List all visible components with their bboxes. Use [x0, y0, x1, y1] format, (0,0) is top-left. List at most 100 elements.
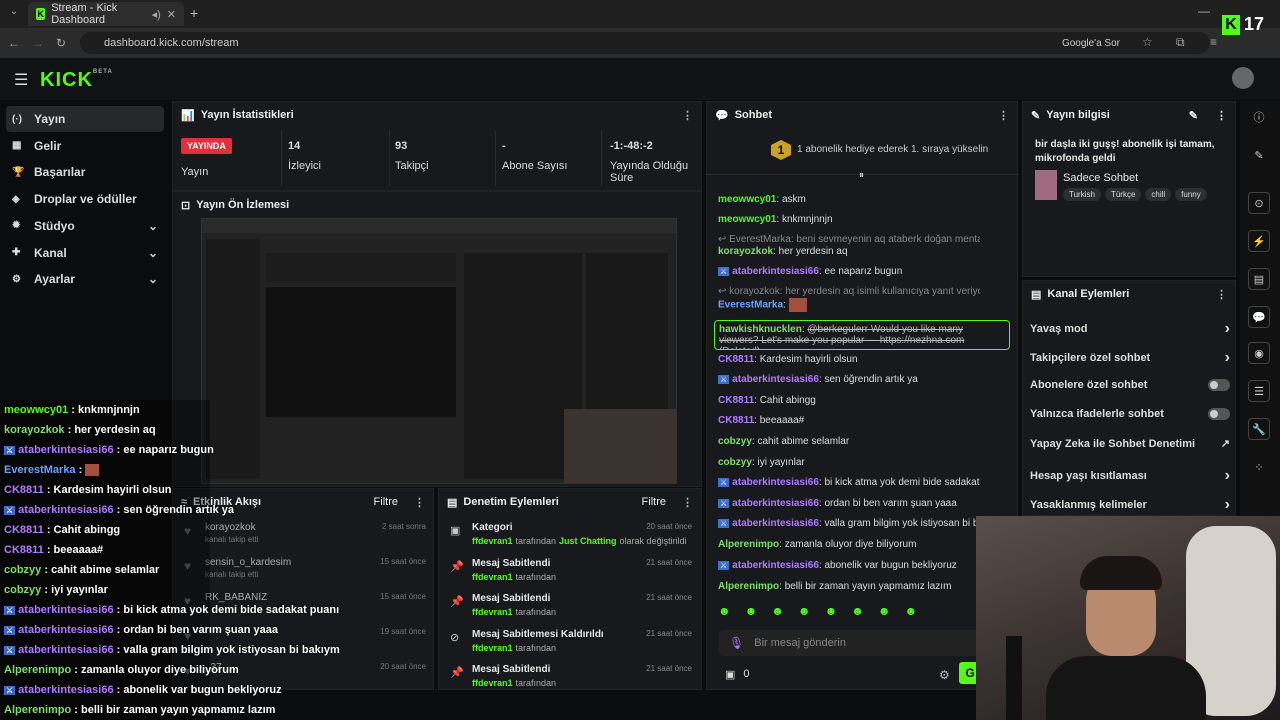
- activity-user[interactable]: sensin_o_kardesim: [205, 557, 291, 568]
- sidebar-item-2[interactable]: ▦ Gelir: [6, 133, 164, 159]
- chat-message[interactable]: ↩ EverestMarka: beni sevmeyenin aq atabe…: [718, 234, 980, 245]
- sidebar-item-5[interactable]: ✹ Stüdyo ⌄: [6, 213, 164, 239]
- wrench-icon[interactable]: 🔧: [1248, 418, 1270, 440]
- preview-video[interactable]: [201, 218, 677, 484]
- broadcast-icon[interactable]: ◉: [1248, 342, 1270, 364]
- toggle-switch[interactable]: [1208, 378, 1230, 391]
- chat-input[interactable]: 🎙 Bir mesaj gönderin: [719, 630, 1019, 656]
- chat-bubble-icon[interactable]: 💬: [1248, 306, 1270, 328]
- chat-username[interactable]: hawkishknucklen: [719, 324, 802, 335]
- activity-filter-button[interactable]: Filtre: [374, 496, 398, 508]
- sidebar-item-6[interactable]: ✚ Kanal ⌄: [6, 240, 164, 266]
- stream-info-more-icon[interactable]: ⋮: [1216, 109, 1227, 122]
- hamburger-menu-icon[interactable]: ☰: [14, 70, 28, 90]
- chat-username[interactable]: CK8811: [718, 354, 754, 365]
- sidebar-item-7[interactable]: ⚙ Ayarlar ⌄: [6, 266, 164, 292]
- chat-message[interactable]: ⚔ ataberkintesiasi66: sen öğrendin artık …: [718, 374, 980, 385]
- chat-username[interactable]: ataberkintesiasi66: [732, 477, 819, 488]
- emote-icon[interactable]: ☻: [851, 604, 864, 618]
- chat-message[interactable]: EverestMarka:: [718, 298, 980, 312]
- toggle-switch[interactable]: [1208, 407, 1230, 420]
- chat-username[interactable]: ataberkintesiasi66: [732, 560, 819, 571]
- scroll-pause-icon[interactable]: ⏸: [859, 170, 864, 181]
- mod-actor[interactable]: ffdevran1: [472, 678, 513, 688]
- bookmark-star-icon[interactable]: ☆: [1142, 35, 1153, 49]
- chat-message[interactable]: hawkishknucklen: @berkegulerr Would you …: [714, 320, 1010, 350]
- speaker-icon[interactable]: ◂): [152, 8, 161, 21]
- category-name[interactable]: Sadece Sohbet: [1063, 172, 1138, 184]
- chat-username[interactable]: CK8811: [718, 415, 754, 426]
- chat-message[interactable]: ⚔ ataberkintesiasi66: ee naparız bugun: [718, 266, 980, 277]
- channel-action-4[interactable]: Yalnızca ifadelerle sohbet: [1030, 407, 1230, 420]
- url-field[interactable]: dashboard.kick.com/stream: [80, 32, 1210, 54]
- forward-icon[interactable]: →: [32, 36, 44, 50]
- chat-message[interactable]: CK8811: Cahit abingg: [718, 395, 980, 406]
- extensions-icon[interactable]: ⧉: [1176, 35, 1185, 50]
- mod-actor[interactable]: ffdevran1: [472, 607, 513, 617]
- info-icon[interactable]: ⓘ: [1248, 106, 1270, 128]
- close-tab-icon[interactable]: ✕: [167, 8, 176, 21]
- chat-message[interactable]: korayozkok: her yerdesin aq: [718, 246, 980, 257]
- channel-action-3[interactable]: Abonelere özel sohbet: [1030, 378, 1230, 391]
- category-thumbnail[interactable]: [1035, 170, 1057, 200]
- chat-message[interactable]: ⚔ ataberkintesiasi66: bi kick atma yok de…: [718, 477, 980, 488]
- chat-username[interactable]: ataberkintesiasi66: [732, 374, 819, 385]
- chat-username[interactable]: Alperenimpo: [718, 581, 779, 592]
- tab-list-icon[interactable]: ⌄: [6, 6, 22, 22]
- browser-tab[interactable]: K Stream - Kick Dashboard ◂) ✕: [28, 2, 184, 26]
- chat-message[interactable]: meowwcy01: askm: [718, 194, 980, 205]
- chat-message[interactable]: Alperenimpo: belli bir zaman yayın yapma…: [718, 581, 980, 592]
- emote-icon[interactable]: ☻: [771, 604, 784, 618]
- avatar[interactable]: [1232, 67, 1254, 89]
- channel-action-5[interactable]: Yapay Zeka ile Sohbet Denetimi ↗: [1030, 437, 1230, 451]
- activity-user[interactable]: korayozkok: [205, 522, 256, 533]
- chat-username[interactable]: cobzyy: [718, 457, 752, 468]
- channel-action-7[interactable]: Yasaklanmış kelimeler ›: [1030, 496, 1230, 514]
- emote-icon[interactable]: ☻: [798, 604, 811, 618]
- chat-message[interactable]: cobzyy: cahit abime selamlar: [718, 436, 980, 447]
- chat-points[interactable]: ▣ 0: [725, 668, 750, 681]
- chat-message[interactable]: CK8811: Kardesim hayirli olsun: [718, 354, 980, 365]
- menu-icon[interactable]: ≡: [1210, 35, 1217, 49]
- chat-username[interactable]: korayozkok: [718, 246, 773, 257]
- channel-action-6[interactable]: Hesap yaşı kısıtlaması ›: [1030, 467, 1230, 485]
- chat-username[interactable]: ataberkintesiasi66: [732, 266, 819, 277]
- chat-username[interactable]: EverestMarka: [718, 300, 783, 311]
- chat-message[interactable]: ⚔ ataberkintesiasi66: ordan bi ben varım …: [718, 498, 980, 509]
- chat-username[interactable]: meowwcy01: [718, 194, 776, 205]
- chat-message[interactable]: CK8811: beeaaaa#: [718, 415, 980, 426]
- sidebar-item-3[interactable]: 🏆 Başarılar: [6, 159, 164, 185]
- emote-icon[interactable]: ☻: [904, 604, 917, 618]
- mod-actor[interactable]: ffdevran1: [472, 536, 513, 546]
- chat-username[interactable]: ataberkintesiasi66: [732, 518, 819, 529]
- chat-settings-icon[interactable]: ⚙: [939, 668, 950, 682]
- google-ask-button[interactable]: Google'a Sor: [1062, 32, 1120, 54]
- kick-logo[interactable]: KICKBETA: [40, 69, 113, 92]
- chat-message[interactable]: meowwcy01: knkmnjnnjn: [718, 214, 980, 225]
- lightning-icon[interactable]: ⚡: [1248, 230, 1270, 252]
- back-icon[interactable]: ←: [8, 36, 20, 50]
- channel-actions-more-icon[interactable]: ⋮: [1216, 288, 1227, 301]
- chat-username[interactable]: CK8811: [718, 395, 754, 406]
- target-icon[interactable]: ⊙: [1248, 192, 1270, 214]
- chat-message[interactable]: ↩ korayozkok: her yerdesin aq isimli kul…: [718, 286, 980, 297]
- stats-more-icon[interactable]: ⋮: [682, 109, 693, 122]
- chat-message[interactable]: cobzyy: iyi yayınlar: [718, 457, 980, 468]
- minimize-icon[interactable]: —: [1198, 4, 1210, 18]
- chat-username[interactable]: meowwcy01: [718, 214, 776, 225]
- mod-actor[interactable]: ffdevran1: [472, 643, 513, 653]
- channel-action-1[interactable]: Yavaş mod ›: [1030, 320, 1230, 338]
- reload-icon[interactable]: ↻: [56, 36, 66, 50]
- chat-message[interactable]: Alperenimpo: zamanla oluyor diye biliyor…: [718, 539, 980, 550]
- document-icon[interactable]: ▤: [1248, 268, 1270, 290]
- pencil-icon[interactable]: ✎: [1248, 144, 1270, 166]
- chat-username[interactable]: cobzyy: [718, 436, 752, 447]
- tag-chip[interactable]: funny: [1175, 188, 1207, 201]
- new-tab-icon[interactable]: +: [190, 5, 198, 21]
- chat-more-icon[interactable]: ⋮: [998, 109, 1009, 122]
- moderation-more-icon[interactable]: ⋮: [682, 496, 693, 509]
- channel-action-2[interactable]: Takipçilere özel sohbet ›: [1030, 349, 1230, 367]
- chat-username[interactable]: ataberkintesiasi66: [732, 498, 819, 509]
- tag-chip[interactable]: Turkish: [1063, 188, 1101, 201]
- chat-message[interactable]: ⚔ ataberkintesiasi66: abonelik var bugun …: [718, 560, 980, 571]
